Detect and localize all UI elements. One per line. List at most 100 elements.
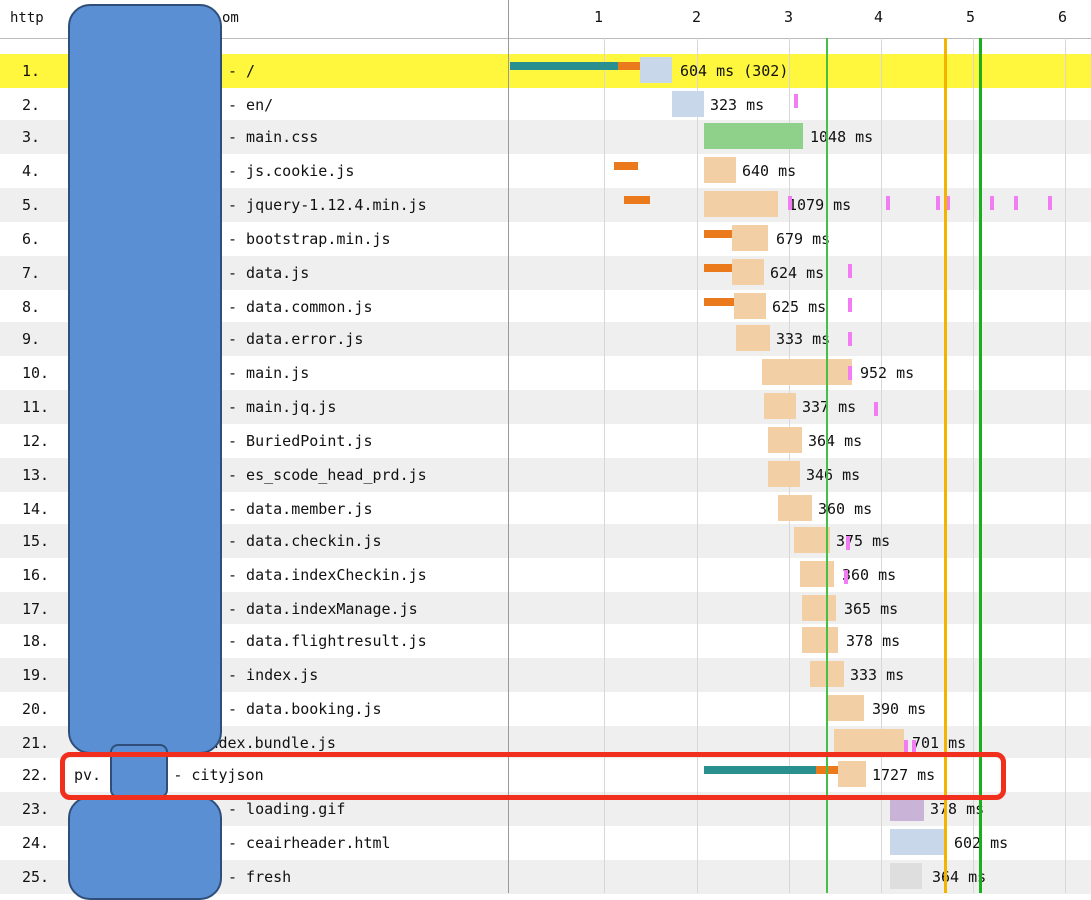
js-execution-tick	[848, 332, 852, 346]
request-bar-segment	[764, 393, 796, 419]
js-execution-tick	[846, 536, 850, 550]
url-column-header-prefix: http	[10, 10, 44, 26]
js-execution-tick	[936, 196, 940, 210]
request-duration-label: 1079 ms	[788, 196, 852, 214]
request-duration-label: 360 ms	[842, 566, 897, 584]
request-url: - data.booking.js	[228, 700, 382, 718]
row-number: 4.	[22, 162, 41, 180]
time-tick-3: 3	[784, 8, 794, 26]
request-duration-label: 701 ms	[912, 734, 967, 752]
request-duration-label: 640 ms	[742, 162, 797, 180]
request-bar-segment	[828, 695, 864, 721]
request-bar-segment	[704, 230, 732, 238]
request-bar-segment	[740, 123, 803, 149]
row-number: 10.	[22, 364, 50, 382]
request-duration-label: 625 ms	[772, 298, 827, 316]
request-duration-label: 952 ms	[860, 364, 915, 382]
request-duration-label: 604 ms (302)	[680, 62, 789, 80]
row-number: 11.	[22, 398, 50, 416]
request-duration-label: 365 ms	[844, 600, 899, 618]
js-execution-tick	[874, 402, 878, 416]
request-duration-label: 333 ms	[776, 330, 831, 348]
row-number: 6.	[22, 230, 41, 248]
row-number: 24.	[22, 834, 50, 852]
request-bar-segment	[640, 57, 672, 83]
js-execution-tick	[990, 196, 994, 210]
request-url: - BuriedPoint.js	[228, 432, 373, 450]
time-tick-1: 1	[594, 8, 604, 26]
request-bar-segment	[890, 829, 946, 855]
request-duration-label: 679 ms	[776, 230, 831, 248]
js-execution-tick	[1014, 196, 1018, 210]
request-bar-segment	[802, 595, 836, 621]
request-url: - js.cookie.js	[228, 162, 355, 180]
request-url: - data.indexCheckin.js	[228, 566, 427, 584]
js-execution-tick	[848, 366, 852, 380]
request-duration-label: 375 ms	[836, 532, 891, 550]
request-duration-label: 337 ms	[802, 398, 857, 416]
request-bar-segment	[618, 62, 640, 70]
request-url: - jquery-1.12.4.min.js	[228, 196, 427, 214]
request-duration-label: 323 ms	[710, 96, 765, 114]
row-number: 7.	[22, 264, 41, 282]
row-number: 5.	[22, 196, 41, 214]
request-url: - loading.gif	[228, 800, 346, 818]
request-bar-segment	[624, 196, 650, 204]
row-number: 19.	[22, 666, 50, 684]
request-bar-segment	[778, 495, 812, 521]
redaction-block-top	[68, 4, 222, 754]
time-tick-4: 4	[874, 8, 884, 26]
request-duration-label: 624 ms	[770, 264, 825, 282]
request-bar-segment	[704, 157, 736, 183]
row-number: 12.	[22, 432, 50, 450]
request-duration-label: 333 ms	[850, 666, 905, 684]
request-bar-segment	[704, 264, 732, 272]
request-bar-segment	[672, 91, 704, 117]
row-number: 25.	[22, 868, 50, 886]
request-url: - data.checkin.js	[228, 532, 382, 550]
time-tick-5: 5	[966, 8, 976, 26]
waterfall-chart: http om 1 2 3 4 5 6 1. - / 2. - en/ 3. - ma…	[0, 0, 1091, 900]
request-duration-label: 378 ms	[930, 800, 985, 818]
request-bar-segment	[794, 527, 830, 553]
row-number: 3.	[22, 128, 41, 146]
request-bar-segment	[762, 359, 796, 385]
row-number: 20.	[22, 700, 50, 718]
request-bar-segment	[614, 162, 638, 170]
request-url: - data.indexManage.js	[228, 600, 418, 618]
request-url: - data.flightresult.js	[228, 632, 427, 650]
request-bar-segment	[732, 225, 768, 251]
request-duration-label: 364 ms	[808, 432, 863, 450]
row-number: 1.	[22, 62, 41, 80]
request-url: - data.js	[228, 264, 310, 282]
row-number: 17.	[22, 600, 50, 618]
js-execution-tick	[848, 264, 852, 278]
request-url: - main.css	[228, 128, 319, 146]
request-bar-segment	[736, 325, 770, 351]
row-number: 16.	[22, 566, 50, 584]
gridline-6s	[1065, 38, 1066, 893]
request-bar-segment	[704, 191, 740, 217]
request-bar-segment	[740, 191, 778, 217]
request-url: - main.js	[228, 364, 310, 382]
request-bar-segment	[768, 427, 802, 453]
request-url: - data.member.js	[228, 500, 373, 518]
time-tick-6: 6	[1058, 8, 1068, 26]
row-number: 22.	[22, 766, 50, 784]
url-column-header-suffix: om	[222, 10, 239, 26]
request-url: - es_scode_head_prd.js	[228, 466, 427, 484]
js-execution-tick	[788, 196, 792, 210]
row-number: 13.	[22, 466, 50, 484]
request-bar-segment	[802, 627, 838, 653]
request-url: - data.error.js	[228, 330, 364, 348]
request-url: - /	[228, 62, 256, 80]
request-bar-segment	[732, 259, 764, 285]
js-execution-tick	[886, 196, 890, 210]
row-number: 15.	[22, 532, 50, 550]
request-duration-label: 346 ms	[806, 466, 861, 484]
request-bar-segment	[704, 298, 734, 306]
request-bar-segment	[800, 561, 834, 587]
request-duration-label: 1048 ms	[810, 128, 874, 146]
request-bar-segment	[796, 359, 852, 385]
row-number: 21.	[22, 734, 50, 752]
